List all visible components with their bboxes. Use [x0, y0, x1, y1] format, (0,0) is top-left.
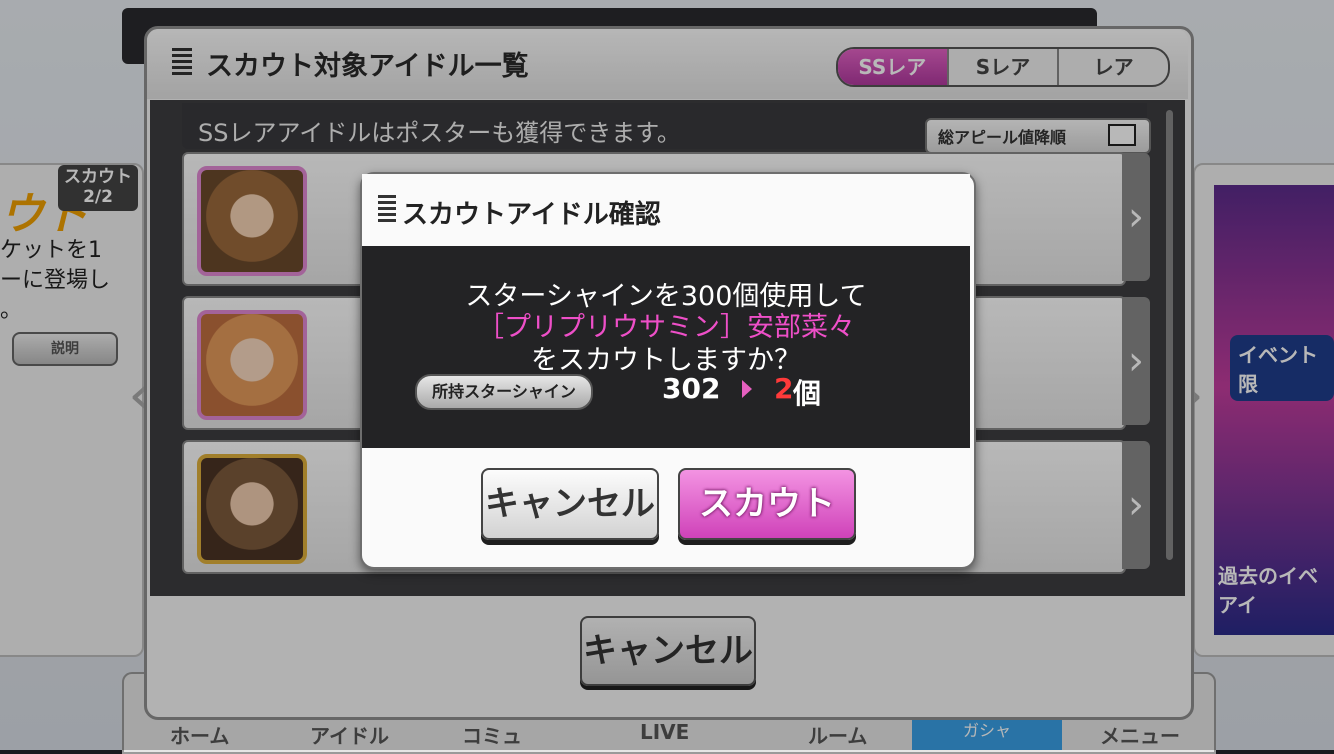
dialog-title: スカウトアイドル確認	[402, 200, 661, 230]
owned-after: 2	[774, 372, 794, 405]
owned-star-label: 所持スターシャイン	[415, 374, 593, 410]
cancel-button[interactable]: キャンセル	[481, 468, 659, 540]
owned-unit: 個	[793, 377, 822, 410]
scout-button[interactable]: スカウト	[678, 468, 856, 540]
arrow-right-icon	[742, 380, 752, 398]
grip-icon	[378, 195, 396, 225]
owned-before: 302	[662, 372, 721, 405]
